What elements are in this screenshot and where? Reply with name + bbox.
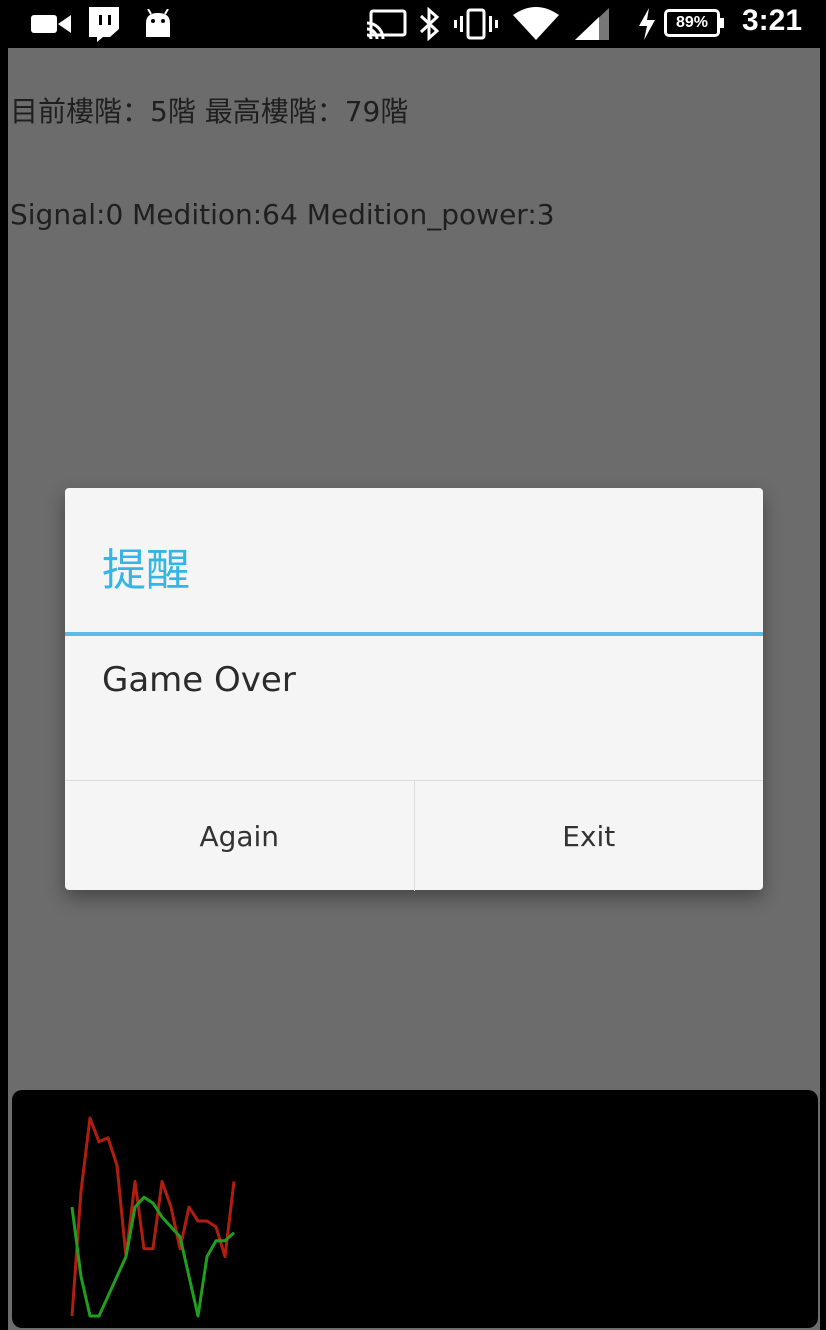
- wifi-icon: [512, 6, 560, 42]
- bluetooth-icon: [416, 6, 442, 42]
- dialog-message: Game Over: [102, 660, 296, 700]
- signal-graph-plot: [70, 1116, 236, 1318]
- dialog-title: 提醒: [102, 545, 190, 596]
- dialog-button-row: Again Exit: [65, 780, 763, 891]
- clock: 3:21: [741, 4, 802, 37]
- title-divider: [65, 632, 763, 636]
- video-camera-icon: [30, 6, 72, 42]
- signal-trace-1: [70, 1195, 235, 1318]
- signal-graph: [12, 1090, 818, 1328]
- signal-icon: [574, 6, 610, 42]
- status-bar: 89% 3:21: [0, 0, 826, 48]
- android-icon: [140, 6, 176, 42]
- floor-info: 目前樓階：5階 最高樓階：79階: [10, 95, 409, 128]
- cast-icon: [366, 6, 408, 42]
- twitch-icon: [84, 6, 124, 42]
- exit-button[interactable]: Exit: [413, 781, 764, 891]
- charging-icon: [636, 6, 658, 42]
- vibrate-icon: [454, 6, 498, 42]
- again-button[interactable]: Again: [65, 781, 414, 891]
- signal-info: Signal:0 Medition:64 Medition_power:3: [10, 198, 555, 231]
- alert-dialog: 提醒 Game Over Again Exit: [65, 488, 763, 891]
- signal-trace-0: [70, 1116, 236, 1317]
- battery-indicator: 89%: [664, 9, 724, 37]
